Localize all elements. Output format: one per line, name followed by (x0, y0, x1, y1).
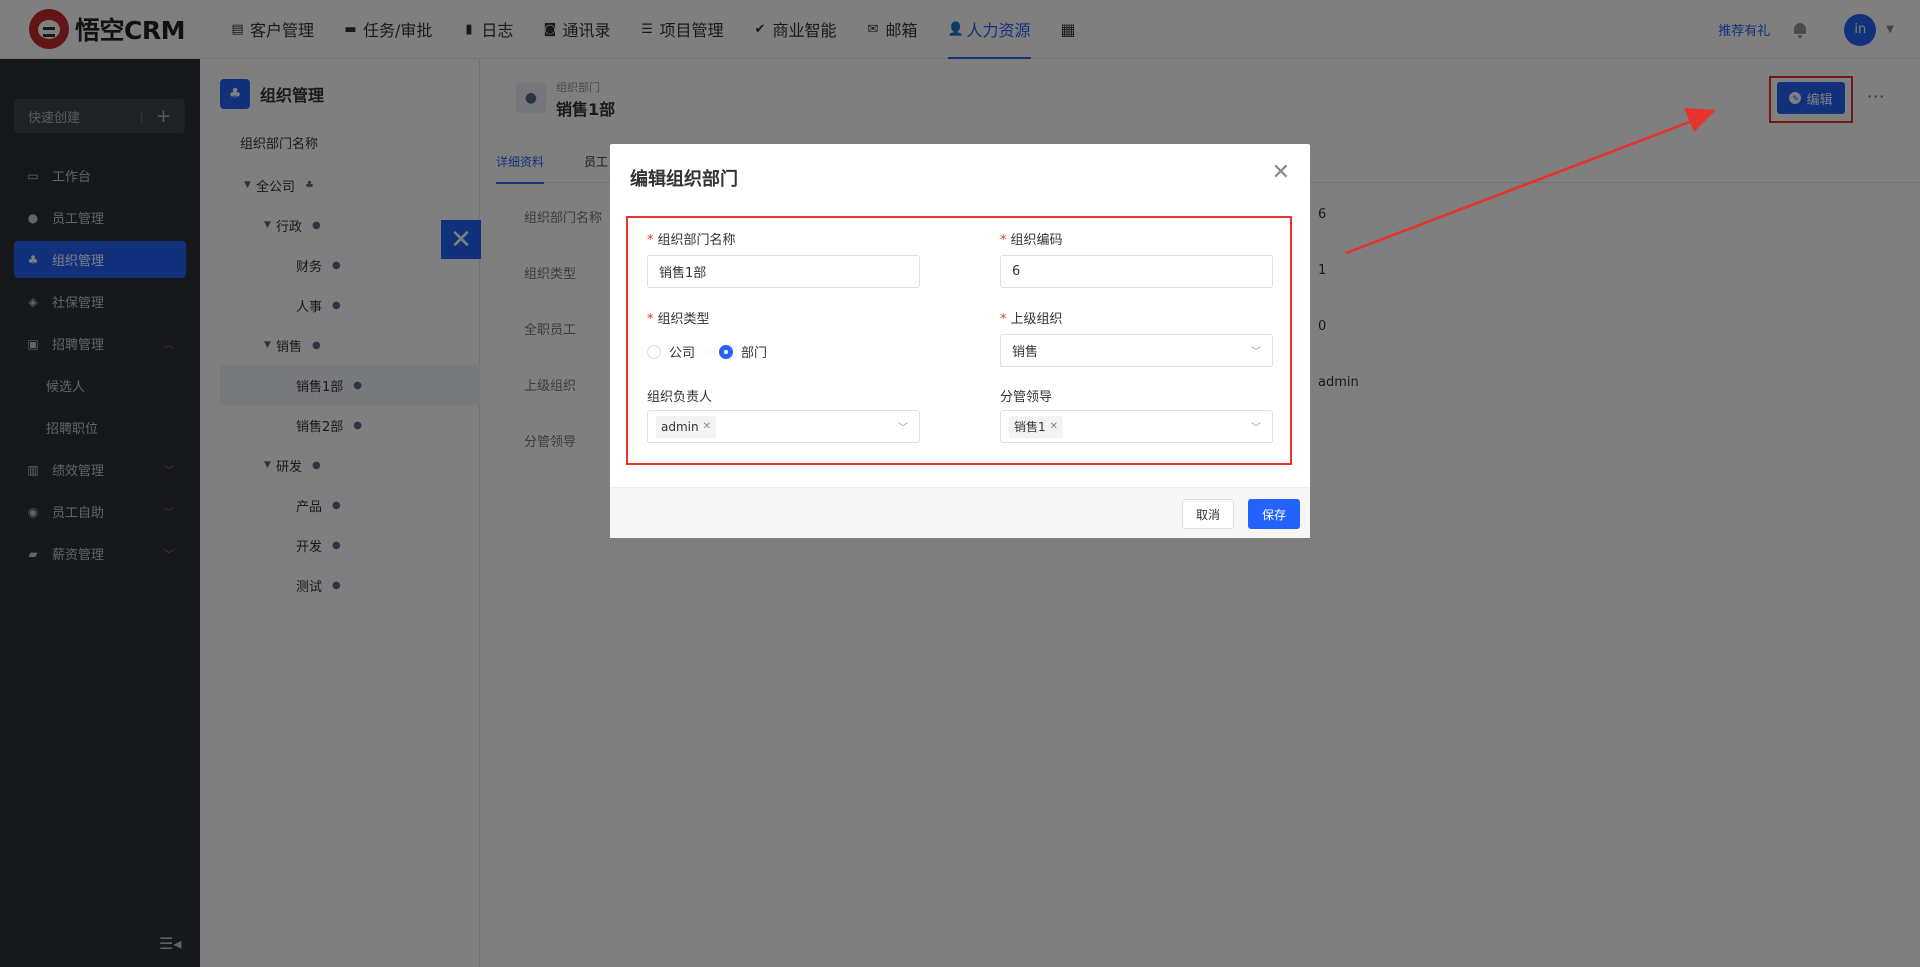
radio-company[interactable]: 公司 (647, 342, 695, 361)
chevron-down-icon: ﹀ (1251, 347, 1261, 358)
field-label: * 组织类型 (647, 308, 710, 327)
required-mark: * (1000, 233, 1007, 248)
edit-org-dialog: 编辑组织部门 ✕ * 组织部门名称 销售1部 * 组织编码 6 * 组织类型 公司 部… (610, 144, 1310, 538)
radio-label: 部门 (741, 346, 768, 361)
radio-circle (647, 344, 661, 359)
close-icon[interactable]: ✕ (1272, 160, 1290, 185)
required-mark: * (647, 233, 654, 248)
parent-org-select[interactable]: 销售 ﹀ (1000, 334, 1273, 367)
leader-select[interactable]: 销售1 ✕ ﹀ (1000, 410, 1273, 443)
field-label: * 组织部门名称 (647, 229, 736, 248)
label-text: 分管领导 (1000, 390, 1053, 405)
selected-tag: admin ✕ (656, 415, 716, 438)
field-label: * 上级组织 (1000, 308, 1063, 327)
radio-label: 公司 (669, 346, 696, 361)
field-label: 分管领导 (1000, 386, 1052, 405)
org-owner-select[interactable]: admin ✕ ﹀ (647, 410, 920, 443)
dialog-title: 编辑组织部门 (630, 169, 738, 190)
input-value: 6 (1012, 264, 1021, 279)
tag-close-icon[interactable]: ✕ (703, 421, 711, 432)
chevron-down-icon: ﹀ (1251, 423, 1261, 434)
org-name-input[interactable]: 销售1部 (647, 255, 920, 288)
org-code-input[interactable]: 6 (1000, 255, 1273, 288)
selected-tag: 销售1 ✕ (1009, 415, 1064, 438)
dialog-footer: 取消 保存 (610, 487, 1310, 538)
field-label: 组织负责人 (647, 386, 712, 405)
label-text: 上级组织 (1010, 312, 1063, 327)
required-mark: * (647, 312, 654, 327)
label-text: 组织负责人 (647, 390, 713, 405)
save-button[interactable]: 保存 (1248, 499, 1300, 529)
select-value: 销售 (1012, 345, 1039, 360)
org-type-radio-group: 公司 部门 (647, 342, 791, 361)
required-mark: * (1000, 312, 1007, 327)
input-value: 销售1部 (659, 266, 707, 281)
label-text: 组织编码 (1010, 233, 1063, 248)
chevron-down-icon: ﹀ (898, 423, 908, 434)
label-text: 组织类型 (657, 312, 710, 327)
tag-close-icon[interactable]: ✕ (1050, 421, 1058, 432)
radio-department[interactable]: 部门 (719, 342, 767, 361)
tag-label: admin (661, 419, 699, 434)
tag-label: 销售1 (1014, 420, 1046, 434)
field-label: * 组织编码 (1000, 229, 1063, 248)
radio-circle (719, 344, 734, 359)
cancel-button[interactable]: 取消 (1182, 499, 1234, 529)
label-text: 组织部门名称 (657, 233, 736, 248)
